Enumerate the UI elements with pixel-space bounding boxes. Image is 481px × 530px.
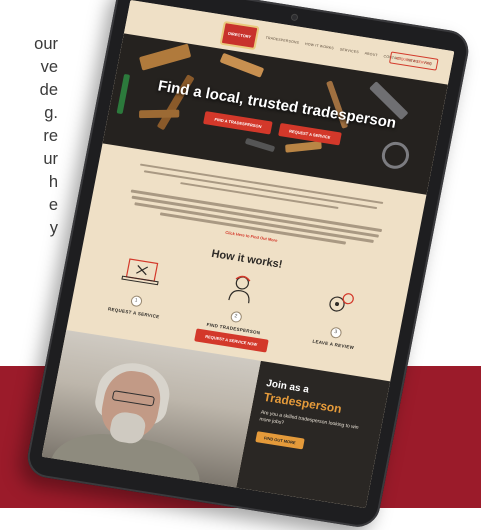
camera-icon xyxy=(291,14,297,21)
step-label: LEAVE A REVIEW xyxy=(311,338,355,351)
nav-request-service-button[interactable]: REQUEST A SERVICE xyxy=(388,51,439,71)
nav-link[interactable]: TRADESPERSONS xyxy=(265,36,299,45)
step-request-service: 1 REQUEST A SERVICE xyxy=(91,251,187,322)
tablet-device: DIRECTORY TRADESPERSONS HOW IT WORKS SER… xyxy=(23,0,473,530)
site-logo[interactable]: DIRECTORY xyxy=(219,20,260,51)
step-number: 2 xyxy=(229,310,243,324)
nav-link[interactable]: SERVICES xyxy=(339,47,359,54)
worker-icon xyxy=(228,275,251,304)
step-number: 1 xyxy=(129,294,143,308)
review-gears-icon xyxy=(329,293,354,312)
nav-link[interactable]: HOW IT WORKS xyxy=(305,42,335,50)
step-leave-review: 3 LEAVE A REVIEW xyxy=(290,282,386,353)
step-find-tradesperson: 2 FIND TRADESPERSON xyxy=(191,266,287,337)
laptop-tools-icon xyxy=(121,258,159,286)
join-panel: Join as a Tradesperson Are you a skilled… xyxy=(236,360,391,509)
step-number: 3 xyxy=(329,326,343,339)
join-find-out-more-button[interactable]: FIND OUT MORE xyxy=(255,431,305,450)
tablet-mockup: DIRECTORY TRADESPERSONS HOW IT WORKS SER… xyxy=(0,0,481,530)
nav-link[interactable]: ABOUT xyxy=(364,51,378,57)
